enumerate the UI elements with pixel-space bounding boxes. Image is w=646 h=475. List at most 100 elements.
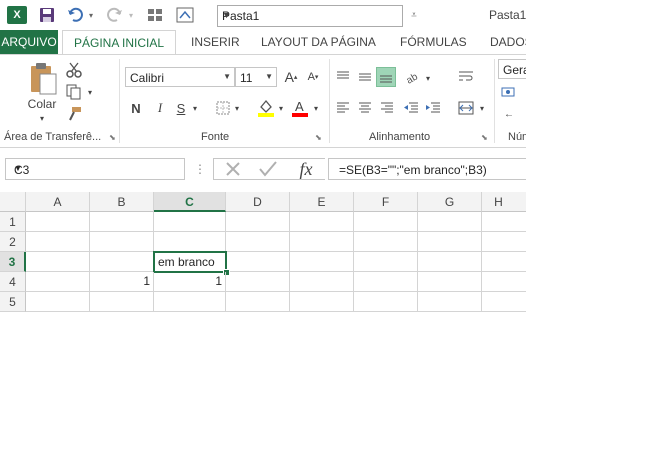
tab-insert[interactable]: INSERIR [191,30,240,54]
dialog-launcher-icon[interactable]: ⬊ [109,133,116,142]
cell-h5[interactable] [482,292,526,312]
tab-home[interactable]: PÁGINA INICIAL [62,30,176,54]
cell-d2[interactable] [226,232,290,252]
cell-d1[interactable] [226,212,290,232]
cancel-icon[interactable] [221,160,245,178]
redo-dropdown-icon[interactable]: ▾ [126,6,136,24]
font-color-chevron-down-icon[interactable]: ▾ [311,101,321,115]
redo-icon[interactable] [106,6,124,24]
column-header-f[interactable]: F [354,192,418,212]
cell-f3[interactable] [354,252,418,272]
column-header-a[interactable]: A [26,192,90,212]
align-center-icon[interactable] [356,99,374,117]
column-header-c[interactable]: C [154,192,226,212]
cell-g5[interactable] [418,292,482,312]
screenshot-icon[interactable] [175,6,195,24]
cell-f1[interactable] [354,212,418,232]
dialog-launcher-icon[interactable]: ⬊ [481,133,488,142]
cell-g4[interactable] [418,272,482,292]
row-header-1[interactable]: 1 [0,212,26,232]
select-all-corner[interactable] [0,192,26,212]
underline-chevron-down-icon[interactable]: ▾ [190,101,200,115]
document-name-combo[interactable]: Pasta1 ▼ [217,5,403,27]
underline-button[interactable]: S [174,99,188,117]
customize-qat-icon[interactable]: ⩡ [408,6,420,24]
cell-e2[interactable] [290,232,354,252]
number-format-combo[interactable]: Gera [498,59,526,79]
cell-d4[interactable] [226,272,290,292]
cell-c5[interactable] [154,292,226,312]
decrease-indent-icon[interactable] [402,99,420,117]
column-header-g[interactable]: G [418,192,482,212]
cell-c4[interactable]: 1 [154,272,226,292]
formula-bar-grip-icon[interactable]: ⋮ [194,160,206,178]
borders-icon[interactable] [214,99,232,117]
tab-data[interactable]: DADOS [490,30,526,54]
copy-chevron-down-icon[interactable]: ▾ [85,85,95,99]
cell-c1[interactable] [154,212,226,232]
cell-h3[interactable] [482,252,526,272]
wrap-text-icon[interactable] [456,67,476,87]
form-view-icon[interactable] [146,6,164,24]
orientation-chevron-down-icon[interactable]: ▾ [423,71,433,85]
column-header-b[interactable]: B [90,192,154,212]
cell-d3[interactable] [226,252,290,272]
paste-button-label[interactable]: Colar [24,97,60,111]
insert-function-button[interactable]: fx [292,158,320,180]
cell-e1[interactable] [290,212,354,232]
format-painter-icon[interactable] [65,105,83,123]
copy-icon[interactable] [65,83,83,101]
decrease-decimal-icon[interactable]: ← [500,105,518,123]
italic-button[interactable]: I [152,99,168,117]
bottom-align-icon[interactable] [376,67,396,87]
enter-checkmark-icon[interactable] [256,160,280,178]
tab-formulas[interactable]: FÓRMULAS [400,30,467,54]
cell-f2[interactable] [354,232,418,252]
cell-a2[interactable] [26,232,90,252]
merge-chevron-down-icon[interactable]: ▾ [477,101,487,115]
cell-a3[interactable] [26,252,90,272]
row-header-4[interactable]: 4 [0,272,26,292]
formula-input[interactable]: =SE(B3="";"em branco";B3) [328,158,526,180]
cell-d5[interactable] [226,292,290,312]
orientation-icon[interactable]: ab [403,67,423,87]
cell-c3[interactable]: em branco [153,251,227,273]
cell-e3[interactable] [290,252,354,272]
cell-a1[interactable] [26,212,90,232]
cut-icon[interactable] [65,61,83,79]
cell-g1[interactable] [418,212,482,232]
cell-f5[interactable] [354,292,418,312]
merge-center-icon[interactable] [456,99,476,117]
middle-align-icon[interactable] [356,67,374,87]
tab-page-layout[interactable]: LAYOUT DA PÁGINA [261,30,376,54]
cell-c2[interactable] [154,232,226,252]
cell-b4[interactable]: 1 [90,272,154,292]
align-right-icon[interactable] [378,99,396,117]
row-header-2[interactable]: 2 [0,232,26,252]
decrease-font-size-icon[interactable]: A ▾ [304,67,322,87]
tab-file[interactable]: ARQUIVO [0,30,58,54]
font-name-combo[interactable]: Calibri ▼ [125,67,235,87]
cell-e5[interactable] [290,292,354,312]
column-header-e[interactable]: E [290,192,354,212]
cell-h1[interactable] [482,212,526,232]
dialog-launcher-icon[interactable]: ⬊ [315,133,322,142]
cell-a4[interactable] [26,272,90,292]
cell-b2[interactable] [90,232,154,252]
font-size-combo[interactable]: 11 ▼ [235,67,277,87]
cell-g3[interactable] [418,252,482,272]
cell-h2[interactable] [482,232,526,252]
fill-color-chevron-down-icon[interactable]: ▾ [276,101,286,115]
font-color-icon[interactable]: A [290,97,310,119]
name-box[interactable]: C3 ▼ [5,158,185,180]
undo-dropdown-icon[interactable]: ▾ [86,6,96,24]
bold-button[interactable]: N [128,99,144,117]
cell-g2[interactable] [418,232,482,252]
cell-h4[interactable] [482,272,526,292]
cell-b5[interactable] [90,292,154,312]
align-left-icon[interactable] [334,99,352,117]
fill-color-icon[interactable] [256,97,276,119]
cell-b1[interactable] [90,212,154,232]
increase-indent-icon[interactable] [424,99,442,117]
cell-a5[interactable] [26,292,90,312]
